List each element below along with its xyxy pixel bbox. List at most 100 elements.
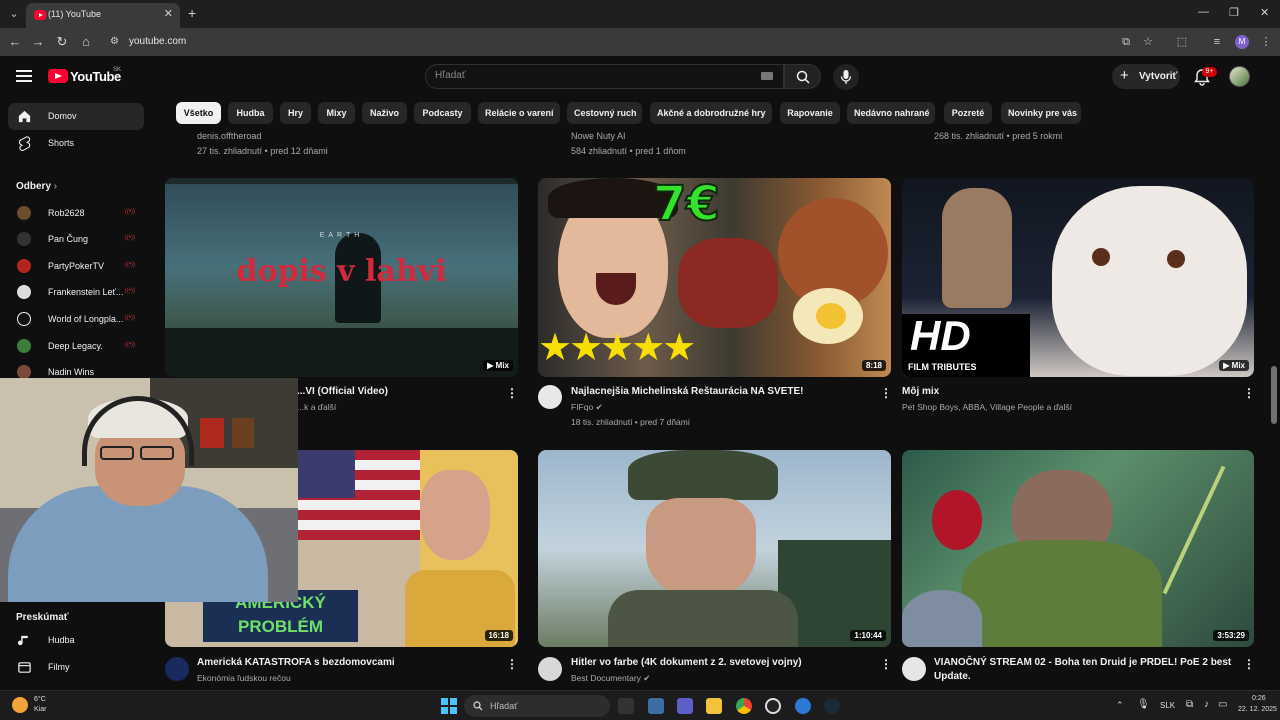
microphone-tray-icon[interactable]: 🎙 (1137, 699, 1150, 710)
install-app-icon[interactable]: ⧉ (1119, 35, 1133, 49)
browser-profile-avatar[interactable]: M (1235, 35, 1249, 49)
sidebar-sub-item[interactable]: World of Longpla... ((•)) (8, 306, 144, 333)
speaker-icon[interactable]: ♪ (1204, 699, 1209, 710)
sidebar-item-shorts[interactable]: Shorts (8, 130, 144, 157)
chip[interactable]: Podcasty (414, 102, 471, 124)
windows-start-icon[interactable] (441, 698, 457, 714)
sidebar-sub-item[interactable]: Rob2628 ((•)) (8, 200, 144, 227)
video-thumbnail[interactable]: EARTH dopis v lahvi ▶ Mix (165, 178, 518, 377)
search-input[interactable]: Hľadať (425, 64, 784, 89)
steam-icon[interactable] (824, 698, 840, 714)
tray-chevron-icon[interactable]: ⌃ (1116, 700, 1124, 711)
extensions-icon[interactable]: ⬚ (1175, 35, 1189, 49)
reload-icon[interactable]: ↻ (54, 34, 70, 50)
network-icon[interactable]: ⧉ (1186, 699, 1193, 710)
bookmark-star-icon[interactable]: ☆ (1141, 35, 1155, 49)
taskbar-search[interactable]: Hľadať (464, 695, 610, 717)
tab-close-icon[interactable]: ✕ (164, 7, 173, 20)
video-channel[interactable]: Ekonómia ľudskou rečou (197, 673, 291, 683)
channel-avatar[interactable] (538, 657, 562, 681)
youtube-logo-icon[interactable] (48, 69, 68, 83)
video-channel[interactable]: denis.offtheroad (197, 131, 261, 141)
back-icon[interactable]: ← (7, 34, 23, 50)
more-options-icon[interactable]: ⋮ (880, 386, 892, 400)
forward-icon[interactable]: → (30, 34, 46, 50)
chip[interactable]: Relácie o varení (478, 102, 560, 124)
tab-youtube[interactable]: (11) YouTube ✕ (26, 3, 180, 28)
account-avatar[interactable] (1229, 66, 1250, 87)
clock-time[interactable]: 0:26 (1252, 695, 1266, 702)
video-title[interactable]: Môj mix (902, 385, 1222, 399)
more-options-icon[interactable]: ⋮ (1243, 657, 1255, 671)
page-scrollbar[interactable] (1271, 366, 1277, 424)
video-thumbnail[interactable]: 3:53:29 (902, 450, 1254, 647)
video-channel[interactable]: FIFqo ✔ (571, 402, 603, 413)
language-indicator[interactable]: SLK (1160, 701, 1175, 710)
video-title[interactable]: VIANOČNÝ STREAM 02 - Boha ten Druid je P… (934, 656, 1234, 684)
more-options-icon[interactable]: ⋮ (880, 657, 892, 671)
video-channel[interactable]: Pet Shop Boys, ABBA, Village People a ďa… (902, 402, 1072, 412)
app-icon[interactable] (765, 698, 781, 714)
video-title[interactable]: Americká KATASTROFA s bezdomovcami (197, 656, 497, 670)
chip[interactable]: Pozreté (944, 102, 992, 124)
channel-avatar[interactable] (538, 385, 562, 409)
chip[interactable]: Hry (280, 102, 311, 124)
chrome-icon[interactable] (736, 698, 752, 714)
clock-date[interactable]: 22. 12. 2025 (1238, 706, 1277, 713)
chip[interactable]: Akčné a dobrodružné hry (650, 102, 772, 124)
minimize-icon[interactable]: — (1198, 6, 1209, 18)
video-thumbnail[interactable]: 7€ ★★★★★ 8:18 (538, 178, 891, 377)
tab-search-icon[interactable]: ⌄ (6, 6, 22, 22)
sidebar-sub-item[interactable]: Deep Legacy. ((•)) (8, 333, 144, 360)
subscriptions-heading[interactable]: Odbery › (16, 181, 57, 192)
task-view-icon[interactable] (618, 698, 634, 714)
battery-icon[interactable]: ▭ (1218, 699, 1227, 710)
sidebar-item-home[interactable]: Domov (8, 103, 144, 130)
create-button[interactable]: + Vytvoriť (1112, 64, 1180, 89)
restore-icon[interactable]: ❐ (1229, 6, 1239, 19)
sidebar-sub-item[interactable]: PartyPokerTV ((•)) (8, 253, 144, 280)
more-options-icon[interactable]: ⋮ (506, 657, 518, 671)
chip-all[interactable]: Všetko (176, 102, 221, 124)
media-controls-icon[interactable]: ≡ (1210, 35, 1224, 49)
sidebar-item-films[interactable]: Filmy (8, 654, 144, 681)
video-title[interactable]: Hitler vo farbe (4K dokument z 2. svetov… (571, 656, 871, 670)
close-window-icon[interactable]: ✕ (1260, 6, 1269, 19)
address-bar[interactable]: ⚙ youtube.com (104, 31, 1194, 53)
app-icon[interactable] (795, 698, 811, 714)
search-button[interactable] (784, 64, 821, 89)
weather-icon[interactable] (12, 697, 28, 713)
video-title[interactable]: ...VI (Official Video) (297, 385, 507, 399)
voice-search-button[interactable] (833, 64, 859, 90)
channel-avatar[interactable] (902, 657, 926, 681)
sidebar-item-music[interactable]: Hudba (8, 627, 144, 654)
sidebar-sub-item[interactable]: Frankenstein Leť... ((•)) (8, 279, 144, 306)
chip[interactable]: Mixy (318, 102, 355, 124)
site-info-icon[interactable]: ⚙ (110, 36, 122, 48)
sidebar-sub-item[interactable]: Pan Čung ((•)) (8, 226, 144, 253)
more-options-icon[interactable]: ⋮ (1243, 386, 1255, 400)
browser-menu-icon[interactable]: ⋮ (1259, 35, 1273, 49)
menu-icon[interactable] (16, 70, 32, 82)
chip[interactable]: Naživo (362, 102, 407, 124)
file-explorer-icon[interactable] (706, 698, 722, 714)
video-channel[interactable]: Best Documentary ✔ (571, 673, 650, 684)
chip[interactable]: Novinky pre vás (1001, 102, 1081, 124)
more-options-icon[interactable]: ⋮ (506, 386, 518, 400)
chip[interactable]: Nedávno nahrané (847, 102, 935, 124)
caption-line-2: PROBLÉM (238, 617, 323, 636)
home-browser-icon[interactable]: ⌂ (78, 34, 94, 50)
teams-icon[interactable] (677, 698, 693, 714)
video-thumbnail[interactable]: 1:10:44 (538, 450, 891, 647)
chip[interactable]: Hudba (228, 102, 273, 124)
app-icon[interactable] (648, 698, 664, 714)
video-title[interactable]: Najlacnejšia Michelinská Reštaurácia NA … (571, 385, 871, 399)
video-thumbnail[interactable]: HD FILM TRIBUTES ▶ Mix (902, 178, 1254, 377)
video-channel[interactable]: Nowe Nuty AI (571, 131, 626, 141)
keyboard-icon[interactable] (761, 72, 773, 80)
chip[interactable]: Cestovný ruch (567, 102, 642, 124)
chip[interactable]: Rapovanie (780, 102, 840, 124)
new-tab-icon[interactable]: + (188, 5, 196, 21)
channel-avatar[interactable] (165, 657, 189, 681)
video-channel[interactable]: ...k a ďalší (297, 402, 336, 412)
